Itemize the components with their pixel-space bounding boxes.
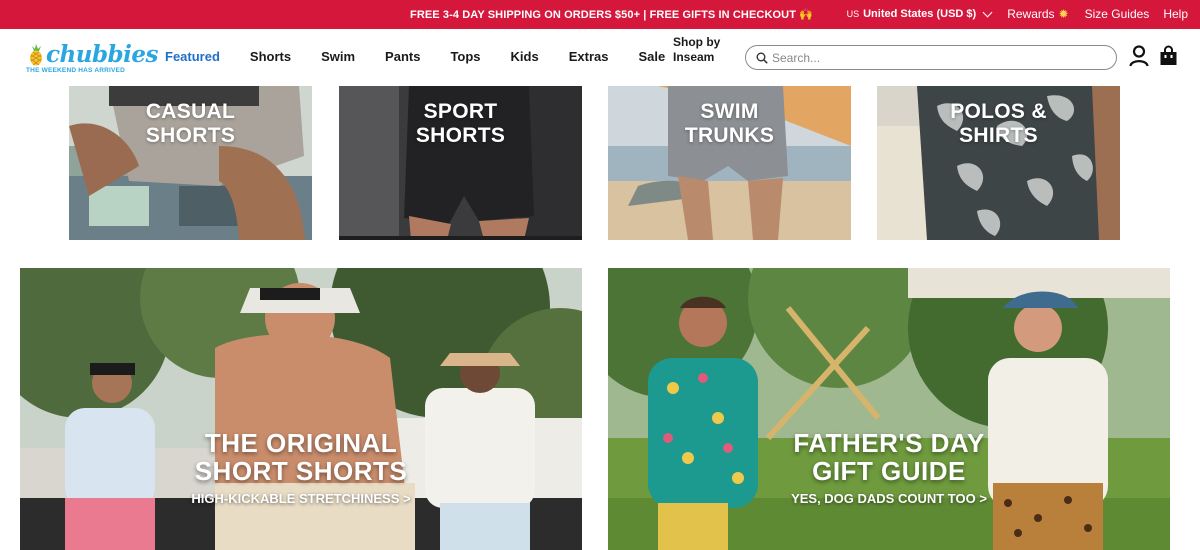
banner-title-line2: SHORT SHORTS <box>194 456 408 486</box>
search-icon <box>756 52 768 64</box>
short-shorts-photo <box>20 268 582 550</box>
banner-cta-link[interactable]: YES, DOG DADS COUNT TOO > <box>608 491 1170 506</box>
category-label-line2: SHORTS <box>415 124 506 147</box>
chubbies-logo[interactable]: chubbies THE WEEKEND HAS ARRIVED <box>24 41 158 77</box>
rewards-label: Rewards <box>1007 7 1055 21</box>
country-code: US <box>846 9 860 19</box>
category-label: SWIM TRUNKS <box>608 100 851 148</box>
currency-label: United States (USD $) <box>863 8 977 20</box>
category-label-line1: SWIM <box>700 100 759 123</box>
utility-links: US United States (USD $) Rewards ✹ Size G… <box>831 7 1188 21</box>
rewards-link[interactable]: Rewards ✹ <box>1007 7 1068 21</box>
pineapple-icon <box>30 44 42 66</box>
category-label-line2: TRUNKS <box>684 124 775 147</box>
nav-item-kids[interactable]: Kids <box>511 49 539 64</box>
nav-item-swim[interactable]: Swim <box>321 49 355 64</box>
category-label: SPORT SHORTS <box>339 100 582 148</box>
category-tile-swim-trunks[interactable]: SWIM TRUNKS <box>608 86 851 240</box>
banner-fathers-day-gift-guide[interactable]: FATHER'S DAY GIFT GUIDE YES, DOG DADS CO… <box>608 268 1170 550</box>
nav-item-shorts[interactable]: Shorts <box>250 49 291 64</box>
banner-title-line1: FATHER'S DAY <box>793 428 985 458</box>
category-label-line1: CASUAL <box>145 100 236 123</box>
site-header: chubbies THE WEEKEND HAS ARRIVED Feature… <box>0 29 1200 86</box>
promo-message[interactable]: FREE 3-4 DAY SHIPPING ON ORDERS $50+ | F… <box>410 8 813 21</box>
search-input[interactable] <box>772 48 1102 68</box>
category-label: CASUAL SHORTS <box>69 100 312 148</box>
category-tile-sport-shorts[interactable]: SPORT SHORTS <box>339 86 582 240</box>
category-tile-polos-shirts[interactable]: POLOS & SHIRTS <box>877 86 1120 240</box>
banner-title: FATHER'S DAY GIFT GUIDE <box>608 429 1170 485</box>
nav-item-shop-by-inseam[interactable]: Shop by Inseam <box>673 35 725 65</box>
category-label: POLOS & SHIRTS <box>877 100 1120 148</box>
size-guides-link[interactable]: Size Guides <box>1085 7 1150 21</box>
nav-item-pants[interactable]: Pants <box>385 49 420 64</box>
nav-item-sale[interactable]: Sale <box>638 49 665 64</box>
main-nav: Featured Shorts Swim Pants Tops Kids Ext… <box>165 49 695 64</box>
category-label-line2: SHIRTS <box>959 124 1038 147</box>
banner-original-short-shorts[interactable]: THE ORIGINAL SHORT SHORTS HIGH-KICKABLE … <box>20 268 582 550</box>
nav-item-extras[interactable]: Extras <box>569 49 609 64</box>
logo-tagline: THE WEEKEND HAS ARRIVED <box>26 67 125 74</box>
category-tile-casual-shorts[interactable]: CASUAL SHORTS <box>69 86 312 240</box>
cart-icon[interactable] <box>1159 45 1178 66</box>
category-label-line1: POLOS & <box>950 100 1047 123</box>
category-label-line2: SHORTS <box>145 124 236 147</box>
nav-item-featured[interactable]: Featured <box>165 49 220 64</box>
banner-cta-link[interactable]: HIGH-KICKABLE STRETCHINESS > <box>20 491 582 506</box>
nav-item-tops[interactable]: Tops <box>450 49 480 64</box>
logo-wordmark: chubbies <box>46 41 158 68</box>
currency-selector[interactable]: US United States (USD $) <box>846 7 993 20</box>
category-label-line1: SPORT <box>423 100 498 123</box>
banner-title-line1: THE ORIGINAL <box>204 428 398 458</box>
fathers-day-photo <box>608 268 1170 550</box>
chevron-down-icon <box>982 7 993 17</box>
banner-title-line2: GIFT GUIDE <box>812 456 966 486</box>
banner-title: THE ORIGINAL SHORT SHORTS <box>20 429 582 485</box>
account-icon[interactable] <box>1129 45 1149 67</box>
search-bar[interactable] <box>745 45 1117 70</box>
sun-icon: ✹ <box>1058 7 1069 21</box>
help-link[interactable]: Help <box>1163 7 1188 21</box>
promo-bar: FREE 3-4 DAY SHIPPING ON ORDERS $50+ | F… <box>0 0 1200 29</box>
